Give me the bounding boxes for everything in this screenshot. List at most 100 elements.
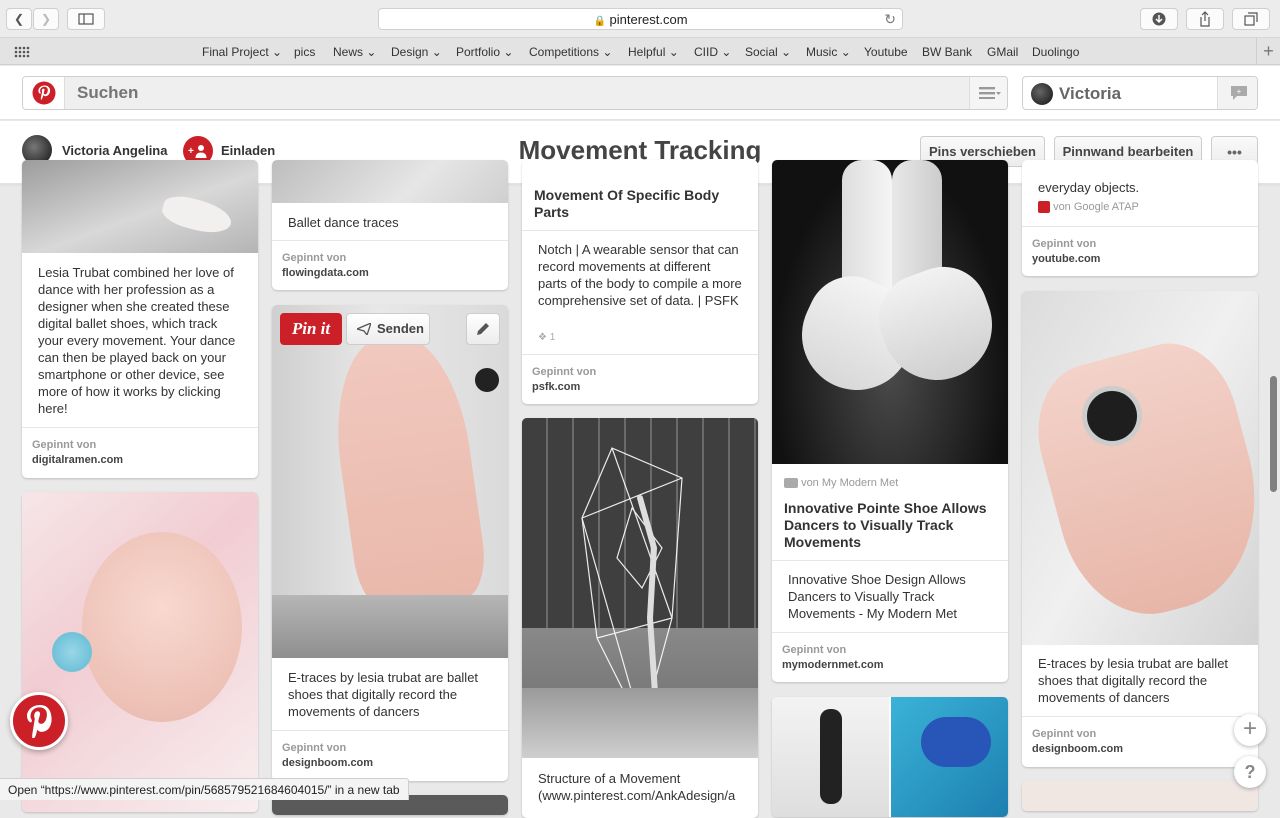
bookmark-bw-bank[interactable]: BW Bank: [922, 45, 972, 59]
bookmarks-bar: Final Project ⌄ pics News ⌄ Design ⌄ Por…: [0, 38, 1280, 65]
bookmark-music[interactable]: Music ⌄: [806, 45, 851, 59]
pinterest-fab[interactable]: [10, 692, 68, 750]
browser-toolbar: ❮ ❯ 🔒 pinterest.com ↻: [0, 0, 1280, 38]
edit-pin-button[interactable]: [466, 313, 500, 345]
pin-source-domain[interactable]: flowingdata.com: [282, 267, 369, 279]
pinterest-logo-button[interactable]: [23, 77, 65, 109]
bookmark-social[interactable]: Social ⌄: [745, 45, 791, 59]
pin-card-etraces[interactable]: Pin it Senden E-traces by lesia trubat a…: [272, 305, 508, 781]
pin-source-domain[interactable]: designboom.com: [1032, 743, 1123, 755]
pin-title[interactable]: Movement Of Specific Body Parts: [534, 187, 746, 221]
pin-card-pointe-shoe[interactable]: von My Modern Met Innovative Pointe Shoe…: [772, 160, 1008, 682]
pin-card-atap[interactable]: everyday objects. von Google ATAP Gepinn…: [1022, 160, 1258, 276]
chevron-left-icon: ❮: [13, 12, 25, 26]
pin-image[interactable]: [1022, 291, 1258, 645]
pin-description: Structure of a Movement (www.pinterest.c…: [538, 771, 736, 803]
bookmark-pics[interactable]: pics: [294, 45, 315, 59]
pinned-from-label: Gepinnt von: [282, 252, 347, 264]
chevron-right-icon: ❯: [40, 12, 52, 26]
pin-source-domain[interactable]: mymodernmet.com: [782, 659, 883, 671]
floor-shape: [522, 688, 758, 758]
pin-card-lesia[interactable]: Lesia Trubat combined her love of dance …: [22, 160, 258, 478]
invite-label[interactable]: Einladen: [221, 143, 275, 158]
pin-description: E-traces by lesia trubat are ballet shoe…: [1038, 656, 1229, 705]
sensor-shape: [472, 365, 502, 395]
bookmark-duolingo[interactable]: Duolingo: [1032, 45, 1079, 59]
pin-source-domain[interactable]: youtube.com: [1032, 253, 1100, 265]
pin-image[interactable]: [772, 697, 889, 817]
plus-icon: +: [1242, 715, 1257, 742]
pin-card-structure[interactable]: Structure of a Movement (www.pinterest.c…: [522, 418, 758, 818]
user-menu[interactable]: Victoria +: [1022, 76, 1258, 110]
pinned-from-label: Gepinnt von: [282, 742, 347, 754]
share-icon: [1200, 11, 1210, 27]
divider: [522, 354, 758, 355]
pin-source-domain[interactable]: designboom.com: [282, 757, 373, 769]
pin-image[interactable]: [772, 160, 1008, 464]
share-button[interactable]: [1186, 8, 1224, 30]
pin-image[interactable]: [22, 160, 258, 253]
pin-image[interactable]: [522, 418, 758, 758]
pin-image[interactable]: [891, 697, 1008, 817]
pin-description: Lesia Trubat combined her love of dance …: [38, 265, 236, 416]
repin-count: ❖ 1: [538, 332, 556, 343]
pin-source-domain[interactable]: psfk.com: [532, 381, 580, 393]
bookmark-gmail[interactable]: GMail: [987, 45, 1018, 59]
bookmark-competitions[interactable]: Competitions ⌄: [529, 45, 612, 59]
scrollbar-thumb[interactable]: [1270, 376, 1277, 492]
pin-image[interactable]: [272, 305, 508, 658]
create-pin-button[interactable]: +: [1234, 714, 1266, 746]
bookmark-ciid[interactable]: CIID ⌄: [694, 45, 731, 59]
categories-menu-button[interactable]: [969, 77, 1007, 109]
pin-card-baby[interactable]: [22, 492, 258, 812]
bookmark-final-project[interactable]: Final Project ⌄: [202, 45, 282, 59]
help-button[interactable]: ?: [1234, 756, 1266, 788]
svg-text:+: +: [1237, 87, 1242, 96]
pinned-from-label: Gepinnt von: [1032, 238, 1097, 250]
pin-card-etraces-2[interactable]: E-traces by lesia trubat are ballet shoe…: [1022, 291, 1258, 767]
pin-image[interactable]: [1022, 781, 1258, 811]
back-button[interactable]: ❮: [6, 8, 32, 30]
pin-source-domain[interactable]: digitalramen.com: [32, 454, 123, 466]
sidebar-button[interactable]: [67, 8, 105, 30]
pin-image[interactable]: [272, 160, 508, 203]
address-bar[interactable]: 🔒 pinterest.com ↻: [378, 8, 903, 30]
pin-title[interactable]: Innovative Pointe Shoe Allows Dancers to…: [784, 500, 996, 551]
pin-description: Innovative Shoe Design Allows Dancers to…: [788, 572, 966, 621]
pin-it-button[interactable]: Pin it: [280, 313, 342, 345]
youtube-icon: [1038, 201, 1050, 214]
chevron-down-icon: ⌄: [366, 45, 377, 59]
divider: [272, 730, 508, 731]
pin-description: Ballet dance traces: [288, 215, 399, 230]
downloads-button[interactable]: [1140, 8, 1178, 30]
pin-description: everyday objects.: [1038, 180, 1140, 195]
repin-icon: ❖: [538, 332, 547, 343]
divider: [522, 230, 758, 231]
divider: [772, 632, 1008, 633]
send-button[interactable]: Senden: [346, 313, 430, 345]
pin-card-notch[interactable]: Movement Of Specific Body Parts Notch | …: [522, 160, 758, 404]
pin-card-ballet-traces[interactable]: Ballet dance traces Gepinnt von flowingd…: [272, 160, 508, 290]
messages-button[interactable]: +: [1217, 77, 1257, 109]
search-input[interactable]: [77, 77, 957, 109]
bookmark-news[interactable]: News ⌄: [333, 45, 376, 59]
avatar: [1031, 83, 1053, 105]
chevron-down-icon: ⌄: [840, 45, 851, 59]
tabs-button[interactable]: [1232, 8, 1270, 30]
forward-button[interactable]: ❯: [33, 8, 59, 30]
chevron-down-icon: ⌄: [503, 45, 514, 59]
bookmark-helpful[interactable]: Helpful ⌄: [628, 45, 679, 59]
reload-icon[interactable]: ↻: [884, 9, 896, 30]
bookmark-design[interactable]: Design ⌄: [391, 45, 442, 59]
board-owner-name[interactable]: Victoria Angelina: [62, 143, 167, 158]
pin-source-attribution: von Google ATAP: [1038, 201, 1139, 214]
new-tab-button[interactable]: +: [1256, 38, 1280, 65]
pin-card-partial[interactable]: [1022, 781, 1258, 811]
pin-image[interactable]: [22, 492, 258, 812]
grid-icon[interactable]: [14, 46, 30, 58]
bookmark-youtube[interactable]: Youtube: [864, 45, 908, 59]
chevron-down-icon: ⌄: [602, 45, 613, 59]
chevron-down-icon: ⌄: [272, 45, 283, 59]
bookmark-portfolio[interactable]: Portfolio ⌄: [456, 45, 513, 59]
pin-card-swim[interactable]: [772, 697, 1008, 817]
